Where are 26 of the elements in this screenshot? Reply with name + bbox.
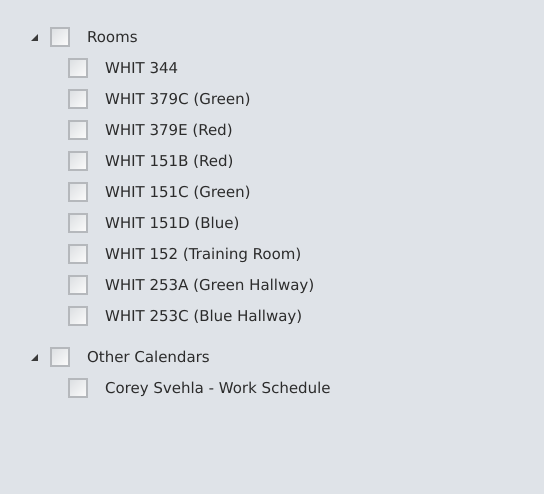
calendar-label[interactable]: WHIT 253A (Green Hallway)	[105, 276, 314, 294]
calendar-label[interactable]: WHIT 152 (Training Room)	[105, 244, 302, 262]
checkbox[interactable]	[68, 150, 88, 170]
checkbox[interactable]	[68, 182, 88, 202]
checkbox[interactable]	[68, 378, 88, 398]
expanded-triangle-icon[interactable]	[30, 353, 39, 362]
calendar-label[interactable]: Corey Svehla - Work Schedule	[105, 378, 330, 396]
calendar-label[interactable]: WHIT 253C (Blue Hallway)	[105, 306, 302, 324]
checkbox[interactable]	[68, 244, 88, 264]
checkbox[interactable]	[68, 88, 88, 108]
expanded-triangle-icon[interactable]	[30, 33, 39, 42]
calendar-label[interactable]: WHIT 379E (Red)	[105, 120, 233, 138]
calendar-label[interactable]: WHIT 344	[105, 58, 178, 76]
checkbox[interactable]	[68, 212, 88, 232]
checkbox[interactable]	[68, 274, 88, 294]
calendar-label[interactable]: WHIT 151D (Blue)	[105, 214, 240, 232]
calendar-label[interactable]: WHIT 151C (Green)	[105, 182, 250, 200]
checkbox[interactable]	[50, 346, 70, 366]
checkbox[interactable]	[68, 120, 88, 140]
checkbox[interactable]	[50, 26, 70, 46]
calendar-label[interactable]: WHIT 151B (Red)	[105, 152, 234, 170]
calendar-label[interactable]: WHIT 379C (Green)	[105, 90, 250, 108]
group-label[interactable]: Rooms	[87, 28, 138, 46]
group-label[interactable]: Other Calendars	[87, 348, 210, 366]
checkbox[interactable]	[68, 58, 88, 78]
checkbox[interactable]	[68, 306, 88, 326]
